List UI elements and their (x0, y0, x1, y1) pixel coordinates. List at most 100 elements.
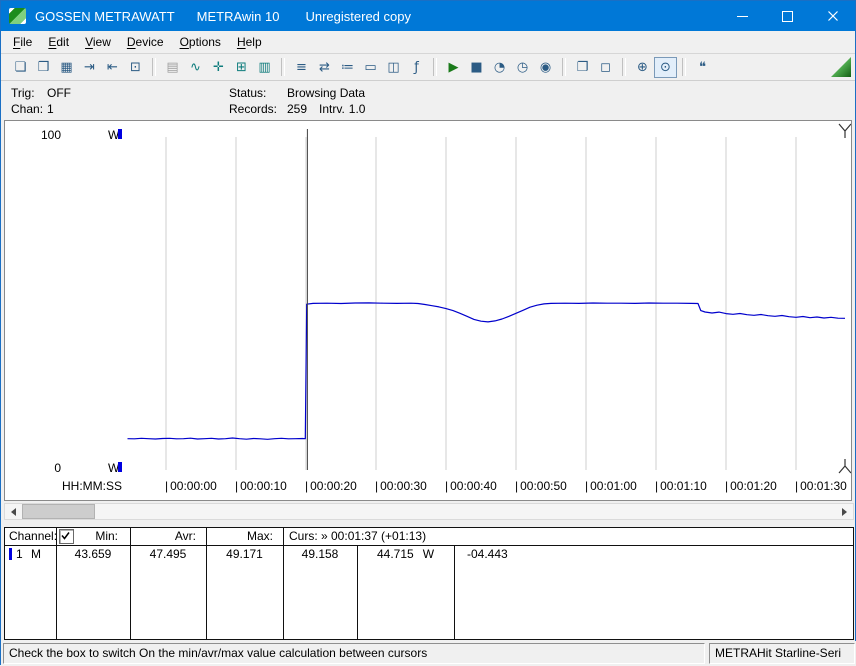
cursor-header: Curs: » 00:01:37 (+01:13) (289, 529, 427, 543)
menu-file[interactable]: File (5, 33, 40, 51)
interval-label: Intrv. (319, 102, 345, 116)
notes-button[interactable]: ❝ (691, 57, 714, 78)
table-column-divider (56, 528, 57, 639)
title-license-note: Unregistered copy (305, 8, 411, 24)
print-button[interactable]: ❐ (571, 57, 594, 78)
start-recording-button[interactable]: ▶ (442, 57, 465, 78)
table-header: Channel: Min: Avr: Max: Curs: » 00:01:37… (5, 528, 853, 546)
menu-device[interactable]: Device (119, 33, 172, 51)
duration-icon: ◉ (539, 59, 552, 75)
close-button[interactable] (810, 1, 855, 31)
minimize-icon (737, 15, 748, 17)
scroll-thumb[interactable] (22, 504, 95, 519)
print-icon: ❐ (576, 59, 589, 75)
trig-label: Trig: (11, 86, 35, 100)
live-display-button[interactable]: ◫ (382, 57, 405, 78)
status-value: Browsing Data (287, 86, 366, 100)
avr-value: 47.495 (149, 547, 187, 561)
open-file-icon: ❒ (37, 59, 50, 75)
interval-value: 1.0 (348, 102, 366, 116)
maximize-button[interactable] (765, 1, 810, 31)
new-file-button[interactable]: ❏ (9, 57, 32, 78)
acquisition-status-panel: Trig: OFF Chan: 1 Status: Browsing Data Rec… (1, 81, 855, 123)
table-column-divider (130, 528, 131, 639)
status-bar: Check the box to switch On the min/avr/m… (1, 641, 856, 666)
export-data-icon: ⇥ (84, 59, 95, 75)
copy-data-icon: ⊡ (130, 59, 141, 75)
export-data-button[interactable]: ⇥ (78, 57, 101, 78)
min-value: 43.659 (74, 547, 112, 561)
view-bargraph-button[interactable]: ▥ (253, 57, 276, 78)
cursor2-handle-top (838, 123, 851, 138)
title-product-name: METRAwin 10 (196, 8, 280, 24)
view-table-button[interactable]: ⊞ (230, 57, 253, 78)
open-file-button[interactable]: ❒ (32, 57, 55, 78)
scroll-right-button[interactable] (837, 504, 853, 519)
h-scrollbar[interactable] (4, 503, 854, 520)
measure-settings-icon: ≔ (341, 59, 354, 75)
plot-svg[interactable] (5, 121, 851, 500)
delta-value: -04.443 (467, 547, 508, 561)
interval-timer-icon: ◷ (516, 59, 529, 75)
formula-button[interactable]: ƒ (405, 57, 428, 78)
x-tick-label: 00:00:30 (375, 479, 427, 493)
zoom-in-button[interactable]: ⊕ (631, 57, 654, 78)
trigger-clock-button[interactable]: ◔ (488, 57, 511, 78)
device-connect-button[interactable]: ⇄ (313, 57, 336, 78)
x-tick-label: 00:00:00 (165, 479, 217, 493)
view-table-icon: ⊞ (236, 59, 247, 75)
menu-help[interactable]: Help (229, 33, 270, 51)
x-tick-label: 00:01:00 (585, 479, 637, 493)
table-column-divider (283, 528, 284, 639)
new-file-icon: ❏ (14, 59, 27, 75)
zoom-mode-button[interactable]: ⊙ (654, 56, 677, 78)
minimize-button[interactable] (720, 1, 765, 31)
print-list-button[interactable]: ▤ (161, 57, 184, 78)
live-display-icon: ◫ (387, 59, 400, 75)
stop-recording-icon: ■ (470, 59, 483, 75)
view-xy-button[interactable]: ✛ (207, 57, 230, 78)
menu-options[interactable]: Options (172, 33, 229, 51)
scroll-left-button[interactable] (5, 504, 21, 519)
print-preview-button[interactable]: ◻ (594, 57, 617, 78)
view-trend-icon: ∿ (190, 59, 201, 75)
interval-timer-button[interactable]: ◷ (511, 57, 534, 78)
channel-number: 1 (16, 547, 23, 561)
import-data-button[interactable]: ⇤ (101, 57, 124, 78)
view-trend-button[interactable]: ∿ (184, 57, 207, 78)
formula-icon: ƒ (414, 59, 419, 75)
cursor2-value: 44.715 (376, 547, 414, 561)
toolbar-separator (562, 58, 566, 76)
display-monitor-icon: ▭ (364, 59, 377, 75)
table-row: 1 M 43.659 47.495 49.171 49.158 44.715 W … (5, 546, 853, 562)
measurement-table: Channel: Min: Avr: Max: Curs: » 00:01:37… (4, 527, 854, 640)
toolbar-separator (281, 58, 285, 76)
display-monitor-button[interactable]: ▭ (359, 57, 382, 78)
logo-corner-triangle (831, 57, 851, 77)
menu-edit[interactable]: Edit (40, 33, 77, 51)
channel-config-icon: ≡ (296, 59, 307, 75)
measure-settings-button[interactable]: ≔ (336, 57, 359, 78)
title-app-name: GOSSEN METRAWATT (35, 8, 175, 24)
channel-config-button[interactable]: ≡ (290, 57, 313, 78)
copy-data-button[interactable]: ⊡ (124, 57, 147, 78)
table-column-divider (206, 528, 207, 639)
app-logo-icon (9, 8, 26, 24)
records-label: Records: (229, 102, 278, 116)
x-axis-format-label: HH:MM:SS (62, 479, 122, 493)
view-bargraph-icon: ▥ (258, 59, 271, 75)
scroll-right-icon (842, 507, 851, 516)
status-message: Check the box to switch On the min/avr/m… (3, 643, 705, 664)
menu-view[interactable]: View (77, 33, 119, 51)
cursor1-value: 49.158 (301, 547, 339, 561)
x-tick-label: 00:00:50 (515, 479, 567, 493)
toolbar-separator (682, 58, 686, 76)
save-file-button[interactable]: ▦ (55, 57, 78, 78)
avr-header: Avr: (174, 529, 196, 543)
zoom-mode-icon: ⊙ (660, 59, 671, 75)
duration-button[interactable]: ◉ (534, 57, 557, 78)
stop-recording-button[interactable]: ■ (465, 57, 488, 78)
y-axis-tick-top (118, 129, 122, 139)
data-line-channel-1 (127, 302, 846, 440)
menu-bar: File Edit View Device Options Help (1, 31, 855, 53)
